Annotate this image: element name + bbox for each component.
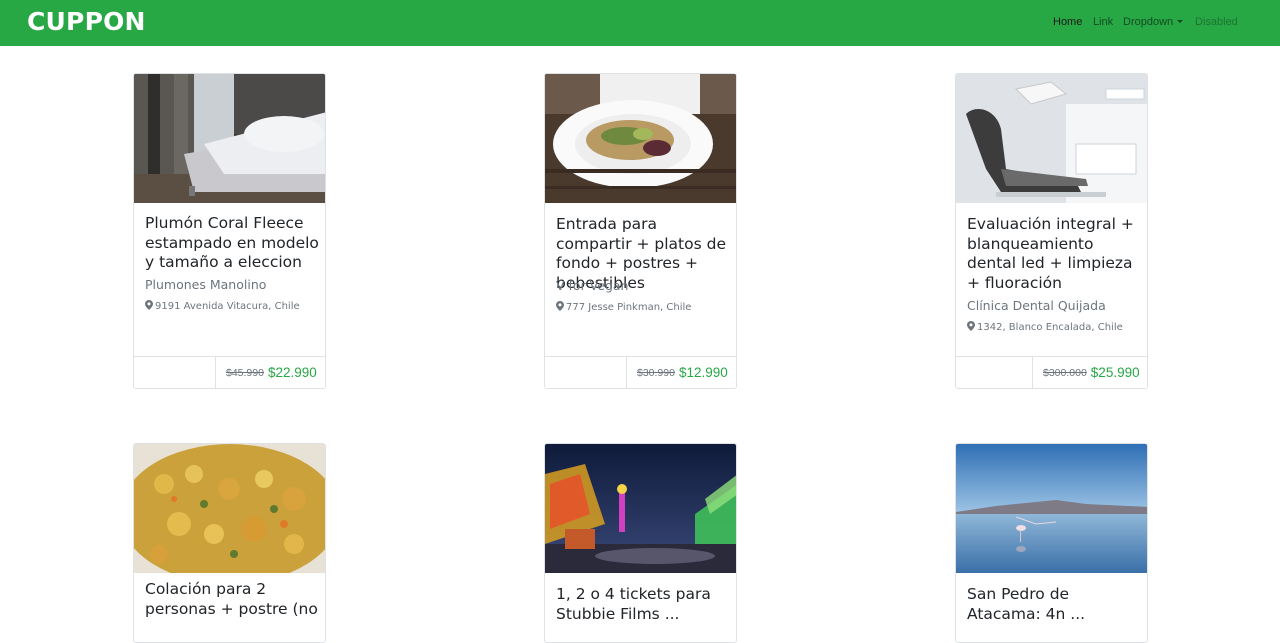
map-pin-icon bbox=[556, 301, 564, 311]
navbar: CUPPON Home Link Dropdown Disabled bbox=[0, 0, 1280, 46]
card-address: 1342, Blanco Encalada, Chile bbox=[967, 321, 1123, 333]
new-price: $22.990 bbox=[267, 365, 317, 380]
card-footer-left bbox=[956, 356, 1040, 388]
new-price: $12.990 bbox=[678, 365, 728, 380]
new-price: $25.990 bbox=[1090, 365, 1140, 380]
card-address-text: 1342, Blanco Encalada, Chile bbox=[977, 322, 1123, 333]
caret-down-icon bbox=[1177, 20, 1184, 23]
old-price: $45.990 bbox=[226, 366, 264, 379]
card-price[interactable]: $300.000 $25.990 bbox=[1032, 356, 1147, 388]
map-pin-icon bbox=[967, 321, 975, 331]
card-address-text: 777 Jesse Pinkman, Chile bbox=[566, 302, 692, 313]
stew-image[interactable] bbox=[134, 444, 325, 573]
nav-dropdown[interactable]: Dropdown bbox=[1123, 16, 1184, 28]
deal-card[interactable]: Evaluación integral + blanqueamiento den… bbox=[955, 73, 1148, 389]
map-pin-icon bbox=[145, 300, 153, 310]
salad-plate-image[interactable] bbox=[545, 74, 736, 203]
dental-chair-image[interactable] bbox=[956, 74, 1147, 203]
card-footer-left bbox=[545, 356, 629, 388]
card-title[interactable]: 1, 2 o 4 tickets para Stubbie Films ... bbox=[556, 585, 731, 624]
card-price[interactable]: $30.990 $12.990 bbox=[626, 356, 736, 388]
card-title[interactable]: Colación para 2 personas + postre (no bbox=[145, 580, 320, 619]
card-address-text: 9191 Avenida Vitacura, Chile bbox=[155, 301, 300, 312]
nav-link-link[interactable]: Link bbox=[1093, 16, 1113, 28]
nav-dropdown-label: Dropdown bbox=[1123, 16, 1174, 28]
deal-card[interactable]: Colación para 2 personas + postre (no bbox=[133, 443, 326, 643]
salt-lake-flamingo-image[interactable] bbox=[956, 444, 1147, 573]
brand-logo[interactable]: CUPPON bbox=[27, 7, 146, 36]
deal-card[interactable]: 1, 2 o 4 tickets para Stubbie Films ... bbox=[544, 443, 737, 643]
card-merchant: Clínica Dental Quijada bbox=[967, 298, 1106, 313]
nav-link-disabled: Disabled bbox=[1195, 16, 1238, 28]
nav-link-home[interactable]: Home bbox=[1053, 16, 1082, 28]
card-footer-left bbox=[134, 356, 218, 388]
card-price[interactable]: $45.990 $22.990 bbox=[215, 356, 325, 388]
deal-card[interactable]: San Pedro de Atacama: 4n ... bbox=[955, 443, 1148, 643]
deal-card[interactable]: Entrada para compartir + platos de fondo… bbox=[544, 73, 737, 389]
card-address: 9191 Avenida Vitacura, Chile bbox=[145, 300, 300, 312]
card-title[interactable]: Evaluación integral + blanqueamiento den… bbox=[967, 215, 1142, 293]
bedroom-image[interactable] bbox=[134, 74, 325, 203]
card-merchant: Plumones Manolino bbox=[145, 277, 267, 292]
fairground-night-image[interactable] bbox=[545, 444, 736, 573]
deal-card[interactable]: Plumón Coral Fleece estampado en modelo … bbox=[133, 73, 326, 389]
card-title[interactable]: San Pedro de Atacama: 4n ... bbox=[967, 585, 1142, 624]
old-price: $300.000 bbox=[1043, 366, 1087, 379]
card-title[interactable]: Plumón Coral Fleece estampado en modelo … bbox=[145, 214, 320, 273]
card-merchant: V for Vegan bbox=[556, 278, 629, 293]
card-address: 777 Jesse Pinkman, Chile bbox=[556, 301, 691, 313]
old-price: $30.990 bbox=[637, 366, 675, 379]
